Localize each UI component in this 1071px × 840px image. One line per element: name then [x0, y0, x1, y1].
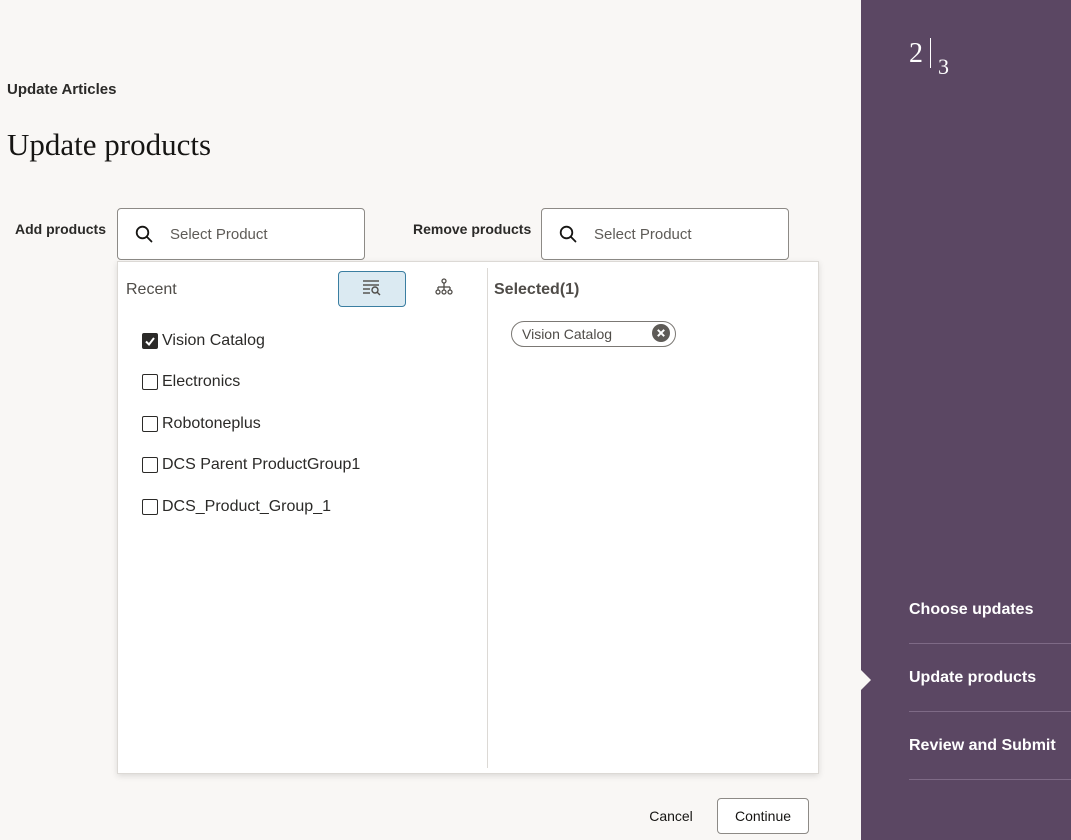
list-item-label: Robotoneplus	[162, 414, 261, 432]
tree-view-button[interactable]	[410, 271, 478, 307]
train-step-update-products[interactable]: Update products	[909, 644, 1071, 712]
list-search-icon	[362, 278, 382, 301]
train-steps: Choose updates Update products Review an…	[909, 576, 1071, 780]
chip-label: Vision Catalog	[522, 326, 613, 342]
product-picker-dropdown: Recent Vision Catalog Electronics Roboto…	[117, 261, 819, 774]
train-sidebar: 23 Choose updates Update products Review…	[861, 0, 1071, 840]
remove-products-input[interactable]	[594, 225, 774, 243]
add-products-label: Add products	[15, 221, 106, 237]
hierarchy-icon	[435, 277, 453, 301]
list-item[interactable]: DCS_Product_Group_1	[142, 486, 360, 528]
breadcrumb: Update Articles	[7, 81, 117, 98]
list-item[interactable]: Electronics	[142, 362, 360, 404]
main-content: Update Articles Update products Add prod…	[0, 0, 861, 840]
step-separator	[930, 38, 931, 68]
checkbox-dcs-parent-productgroup1[interactable]	[142, 457, 158, 474]
page-title: Update products	[7, 127, 212, 162]
selected-pane: Selected(1) Vision Catalog	[488, 262, 818, 773]
checkbox-robotoneplus[interactable]	[142, 415, 158, 432]
list-view-button[interactable]	[338, 271, 406, 307]
clear-icon[interactable]	[652, 323, 671, 345]
list-item-label: Vision Catalog	[162, 331, 265, 349]
list-item-label: Electronics	[162, 373, 241, 391]
step-counter: 23	[909, 38, 949, 79]
list-item[interactable]: Vision Catalog	[142, 320, 360, 362]
current-step-marker	[861, 670, 871, 690]
cancel-button[interactable]: Cancel	[640, 798, 702, 834]
selected-heading: Selected(1)	[494, 281, 580, 298]
checkbox-dcs-product-group-1[interactable]	[142, 498, 158, 515]
checkbox-electronics[interactable]	[142, 374, 158, 391]
recent-pane: Recent Vision Catalog Electronics Roboto…	[118, 262, 487, 773]
train-step-choose-updates[interactable]: Choose updates	[909, 576, 1071, 644]
total-steps-number: 3	[938, 54, 949, 79]
add-products-search[interactable]	[117, 208, 365, 260]
current-step-number: 2	[909, 38, 923, 69]
recent-list: Vision Catalog Electronics Robotoneplus …	[142, 320, 360, 528]
list-item-label: DCS Parent ProductGroup1	[162, 456, 361, 474]
search-icon	[542, 225, 594, 243]
add-products-input[interactable]	[170, 225, 350, 243]
selected-chip: Vision Catalog	[511, 321, 677, 347]
recent-heading: Recent	[126, 281, 177, 298]
list-item[interactable]: Robotoneplus	[142, 403, 360, 445]
remove-products-search[interactable]	[541, 208, 789, 260]
train-step-review-and-submit[interactable]: Review and Submit	[909, 712, 1071, 780]
check-icon	[145, 337, 155, 346]
remove-products-label: Remove products	[413, 221, 532, 237]
list-item[interactable]: DCS Parent ProductGroup1	[142, 445, 360, 487]
checkbox-vision-catalog[interactable]	[142, 332, 158, 349]
list-item-label: DCS_Product_Group_1	[162, 497, 331, 515]
continue-button[interactable]: Continue	[717, 798, 809, 834]
search-icon	[118, 225, 170, 243]
